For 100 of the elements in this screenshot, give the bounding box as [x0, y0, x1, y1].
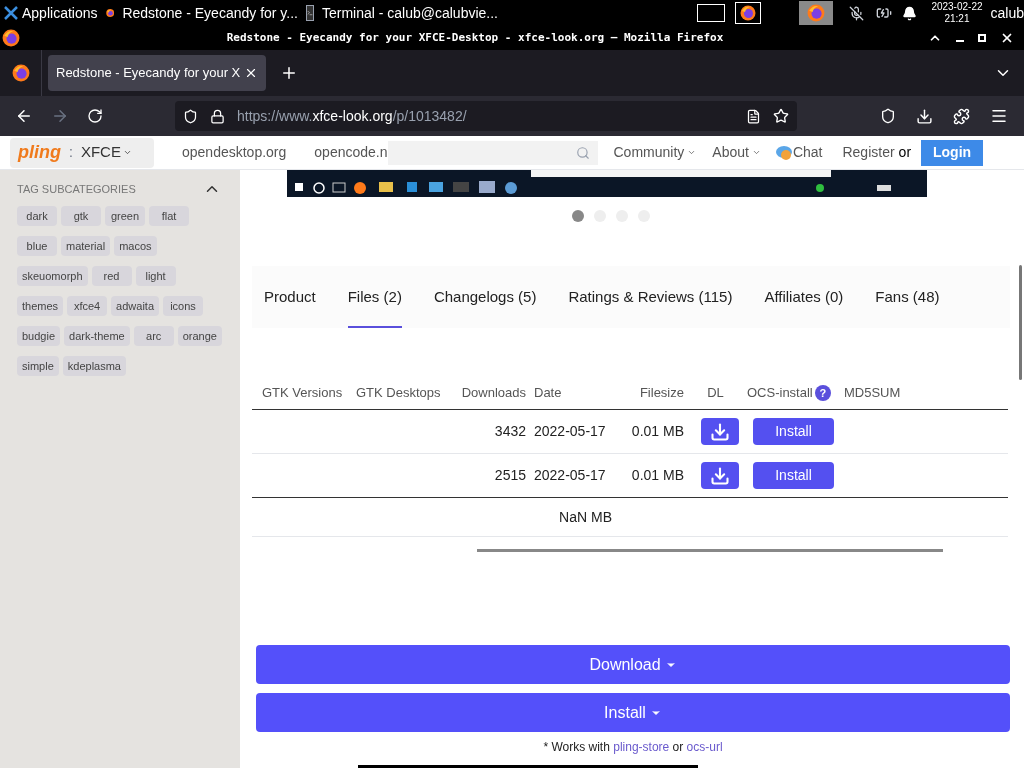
tab[interactable]: Product — [264, 266, 316, 328]
close-icon[interactable] — [1000, 31, 1014, 45]
tag[interactable]: macos — [114, 236, 157, 256]
table-cell-text: 0.01 MB — [631, 466, 684, 485]
workspace-button[interactable] — [697, 4, 726, 22]
tag[interactable]: blue — [17, 236, 57, 256]
bookmark-star-icon[interactable] — [773, 108, 789, 124]
window-title: Redstone - Eyecandy for your XFCE-Desktop - xfce-look.org — Mozilla Firefox — [226, 29, 724, 46]
tag[interactable]: light — [135, 266, 176, 286]
tag[interactable]: xfce4 — [67, 296, 108, 316]
pling-store-link[interactable]: pling-store — [613, 740, 670, 754]
launcher-button[interactable] — [799, 1, 834, 25]
back-icon[interactable] — [15, 107, 33, 125]
install-dropdown-button[interactable]: Install — [256, 693, 1010, 732]
firefox-view-icon — [11, 64, 30, 82]
tag[interactable]: themes — [17, 296, 64, 316]
notification-icon[interactable] — [902, 5, 918, 21]
taskbar-button[interactable]: Terminal - calub@calubvie... — [302, 2, 502, 24]
browser-tab[interactable]: Redstone - Eyecandy for your X — [48, 55, 266, 91]
chat-bubble-icon — [774, 144, 793, 161]
tag[interactable]: icons — [163, 296, 203, 316]
chat-link[interactable]: Chat — [792, 142, 823, 163]
login-button[interactable]: Login — [921, 139, 984, 166]
horizontal-scrollbar[interactable] — [477, 549, 943, 552]
tab[interactable]: Affiliates (0) — [764, 266, 844, 328]
new-tab-icon[interactable] — [280, 64, 298, 82]
ocs-url-link[interactable]: ocs-url — [686, 740, 723, 754]
battery-icon[interactable] — [876, 5, 893, 21]
site-link[interactable]: opencode.n — [314, 142, 388, 163]
site-link[interactable]: opendesktop.org — [182, 142, 287, 163]
column-header: OCS-install — [747, 383, 813, 402]
tab[interactable]: Files (2) — [347, 266, 402, 328]
register-link[interactable]: Register — [842, 142, 895, 163]
download-icon — [709, 421, 730, 442]
workspace-button[interactable] — [735, 2, 762, 24]
tag[interactable]: simple — [17, 356, 59, 376]
tag[interactable]: dark — [17, 206, 57, 226]
terminal-icon — [306, 5, 314, 21]
tab[interactable]: Ratings & Reviews (115) — [568, 266, 733, 328]
sidebar-title: TAG SUBCATEGORIES — [17, 181, 136, 197]
column-header: DL — [707, 383, 724, 402]
download-button[interactable]: Download — [256, 645, 1010, 684]
table-cell: 2022-05-17 — [534, 467, 606, 483]
extensions-icon[interactable] — [953, 107, 970, 125]
install-button[interactable]: Install — [753, 462, 834, 489]
table-cell-text: 0.01 MB — [631, 422, 684, 441]
caret-icon — [751, 148, 761, 157]
tag[interactable]: flat — [149, 206, 189, 226]
total-filesize: NaN MB — [559, 507, 612, 527]
help-icon[interactable]: ? — [814, 384, 831, 401]
tag[interactable]: orange — [177, 326, 222, 346]
tag[interactable]: skeuomorph — [17, 266, 88, 286]
category-dropdown[interactable]: XFCE — [80, 141, 132, 164]
download-icon[interactable] — [916, 107, 933, 125]
table-cell-text: 2515 — [494, 466, 526, 485]
tab[interactable]: Changelogs (5) — [433, 266, 537, 328]
clock[interactable]: 2023-02-22 21:21 — [931, 1, 983, 25]
works-with-note: * Works with pling-store or ocs-url — [542, 739, 724, 756]
or-text: or — [898, 143, 912, 162]
download-file-button[interactable] — [700, 462, 739, 489]
forward-icon[interactable] — [51, 107, 69, 125]
tag[interactable]: kdeplasma — [62, 356, 126, 376]
shield-icon[interactable] — [183, 108, 198, 124]
table-cell-text: 3432 — [494, 422, 526, 441]
tag[interactable]: red — [91, 266, 132, 286]
address-bar[interactable]: https://www.xfce-look.org/p/1013482/ — [175, 101, 797, 131]
firefox-icon — [740, 5, 757, 21]
column-header: Date — [534, 383, 562, 402]
tag[interactable]: material — [61, 236, 111, 256]
reload-icon[interactable] — [87, 108, 103, 124]
firefox-icon — [807, 4, 826, 22]
page-scrollbar[interactable] — [1019, 265, 1022, 380]
tag[interactable]: adwaita — [111, 296, 159, 316]
mic-muted-icon[interactable] — [849, 5, 865, 21]
user-name[interactable]: calub — [990, 2, 1024, 24]
install-button[interactable]: Install — [753, 418, 834, 445]
menu-icon[interactable] — [990, 107, 1008, 125]
nav-dropdown[interactable]: Community — [613, 142, 697, 163]
tag[interactable]: budgie — [17, 326, 61, 346]
separator: : — [69, 143, 73, 162]
table-cell: 2022-05-17 — [534, 423, 606, 439]
lock-icon[interactable] — [210, 108, 225, 124]
column-header: Downloads — [461, 383, 526, 402]
taskbar-button[interactable]: Redstone - Eyecandy for y... — [102, 2, 302, 24]
download-file-button[interactable] — [700, 418, 739, 445]
column-header: MD5SUM — [844, 383, 901, 402]
caret-icon — [687, 148, 697, 157]
column-header: GTK Desktops — [356, 383, 441, 402]
caret-icon — [122, 148, 132, 157]
tag[interactable]: gtk — [61, 206, 101, 226]
tab[interactable]: Fans (48) — [875, 266, 940, 328]
tag[interactable]: dark-theme — [64, 326, 130, 346]
tag[interactable]: arc — [133, 326, 174, 346]
reader-view-icon[interactable] — [746, 108, 761, 124]
close-tab-icon[interactable] — [244, 66, 258, 80]
restore-icon[interactable] — [978, 34, 986, 42]
tag[interactable]: green — [105, 206, 145, 226]
applications-menu[interactable]: Applications — [22, 2, 98, 24]
search-field[interactable] — [387, 140, 598, 165]
nav-dropdown[interactable]: About — [712, 142, 761, 163]
